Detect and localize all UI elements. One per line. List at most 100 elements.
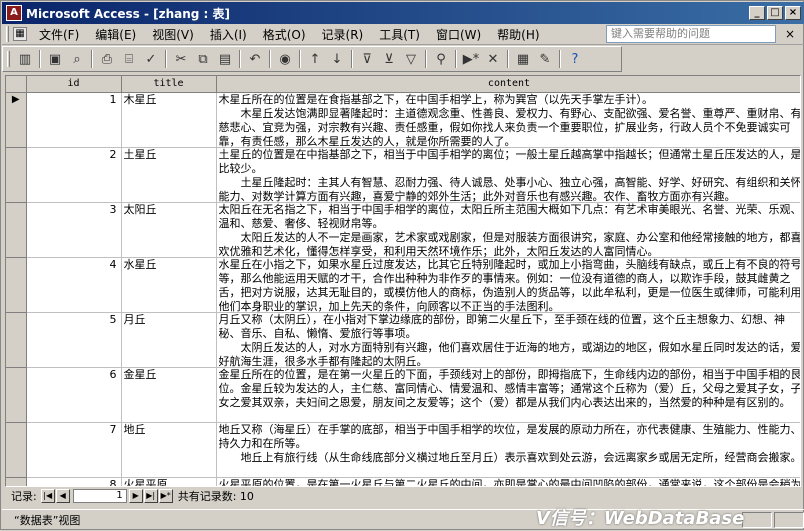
column-header-id[interactable]: id (26, 76, 122, 93)
filter-by-form-icon[interactable]: ⊻ (379, 49, 399, 69)
sort-ascending-icon[interactable]: ↑ (305, 49, 325, 69)
previous-record-button[interactable]: ◀ (55, 489, 70, 503)
copy-icon[interactable]: ⧉ (193, 49, 213, 69)
database-window-icon[interactable]: ▦ (513, 49, 533, 69)
next-record-button[interactable]: ▶ (128, 489, 143, 503)
current-record-input[interactable]: 1 (72, 489, 127, 503)
menu-records[interactable]: 记录(R) (314, 26, 372, 43)
save-icon[interactable]: ▣ (45, 49, 65, 69)
minimize-button[interactable]: _ (749, 6, 765, 20)
table-row[interactable]: 7 地丘 地丘又称（海星丘）在手掌的底部，相当于中国手相学的坎位，是发展的原动力所在… (6, 422, 801, 478)
record-selector[interactable] (6, 477, 27, 486)
table-row[interactable]: 2 土星丘 土星丘的位置是在中指基部之下，相当于中国手相学的离位；一般土星丘越高掌中… (6, 147, 801, 203)
search-icon[interactable]: ⌕ (67, 49, 87, 69)
new-record-button[interactable]: ▶* (158, 489, 173, 503)
view-icon[interactable]: ▥ (15, 49, 35, 69)
cell-title[interactable]: 火星平原 (121, 477, 217, 486)
cell-id[interactable]: 6 (26, 367, 122, 423)
help-search-input[interactable]: 键入需要帮助的问题 (606, 25, 776, 43)
content-paragraph: 月丘又称（太阴丘），在小指对下掌边缘底的部份，即第二火星丘下，至手颈在线的位置，… (218, 312, 786, 340)
content-paragraph: 土星丘隆起时：主其人有智慧、忍耐力强、待人诚恳、处事小心、独立心强，高智能、好学… (218, 175, 801, 202)
content-paragraph: 木星丘所在的位置是在食指基部之下，在中国手相学上，称为巽宫（以先天手掌左手计）。 (218, 92, 654, 106)
cell-title[interactable]: 土星丘 (121, 147, 217, 203)
content-paragraph: 太阴丘发达的人，对水方面特别有兴趣，他们喜欢居住于近海的地方，或湖边的地区，假如… (218, 340, 801, 367)
record-selector[interactable] (6, 202, 27, 258)
record-selector[interactable] (6, 147, 27, 203)
cell-title[interactable]: 地丘 (121, 422, 217, 478)
cell-id[interactable]: 8 (26, 477, 122, 486)
cell-title[interactable]: 木星丘 (121, 92, 217, 148)
cell-title[interactable]: 金星丘 (121, 367, 217, 423)
datasheet-grid[interactable]: id title content ▶ 1 木星丘 木星丘所在的位置是在食指基部之下，在… (5, 75, 801, 487)
menu-tools[interactable]: 工具(T) (371, 26, 428, 43)
new-object-icon[interactable]: ✎ (535, 49, 555, 69)
table-row[interactable]: ▶ 1 木星丘 木星丘所在的位置是在食指基部之下，在中国手相学上，称为巽宫（以先天手掌… (6, 92, 800, 148)
print-icon[interactable]: ⎙ (97, 49, 117, 69)
cell-content[interactable]: 月丘又称（太阴丘），在小指对下掌边缘底的部份，即第二火星丘下，至手颈在线的位置，… (216, 312, 801, 368)
record-label: 记录: (11, 490, 37, 503)
record-selector[interactable] (6, 257, 27, 313)
table-row[interactable]: 8 火星平原 火星平原的位置，是在第一火星丘与第二火星丘的中间，亦即是掌心的最中间凹… (6, 477, 800, 486)
cell-content[interactable]: 地丘又称（海星丘）在手掌的底部，相当于中国手相学的坎位，是发展的原动力所在，亦代… (216, 422, 801, 478)
maximize-button[interactable]: □ (767, 6, 783, 20)
record-selector[interactable] (6, 422, 27, 478)
cell-content[interactable]: 木星丘所在的位置是在食指基部之下，在中国手相学上，称为巽宫（以先天手掌左手计）。… (216, 92, 800, 148)
hyperlink-icon[interactable]: ◉ (275, 49, 295, 69)
table-row[interactable]: 4 水星丘 水星丘在小指之下，如果水星丘过度发达，比其它丘特别隆起时，或加上小指弯曲… (6, 257, 800, 313)
sort-descending-icon[interactable]: ↓ (327, 49, 347, 69)
menu-insert[interactable]: 插入(I) (202, 26, 255, 43)
menu-edit[interactable]: 编辑(E) (87, 26, 144, 43)
menu-view[interactable]: 视图(V) (144, 26, 202, 43)
toolbar: ▥ ▣ ⌕ ⎙ ⌸ ✓ ✂ ⧉ ▤ ↶ ◉ ↑ ↓ ⊽ ⊻ ▽ ⚲ ▶* ✕ ▦… (2, 46, 622, 72)
record-selector[interactable]: ▶ (6, 92, 27, 148)
select-all-corner[interactable] (6, 76, 27, 93)
new-record-icon[interactable]: ▶* (461, 49, 481, 69)
content-paragraph: 金星丘所在的位置，是在第一火星丘的下面，手颈线对上的部份，即拇指底下，生命线内边… (218, 367, 801, 409)
cell-title[interactable]: 太阳丘 (121, 202, 217, 258)
help-icon[interactable]: ? (565, 49, 585, 69)
window-title: Microsoft Access - [zhang : 表] (26, 6, 231, 21)
cell-id[interactable]: 3 (26, 202, 122, 258)
table-row[interactable]: 5 月丘 月丘又称（太阴丘），在小指对下掌边缘底的部份，即第二火星丘下，至手颈在线的… (6, 312, 801, 368)
last-record-button[interactable]: ▶| (143, 489, 158, 503)
cell-content[interactable]: 太阳丘在无名指之下，相当于中国手相学的离位，太阳丘所主范围大概如下几点：有艺术审… (216, 202, 801, 258)
cell-id[interactable]: 5 (26, 312, 122, 368)
table-row[interactable]: 3 太阳丘 太阳丘在无名指之下，相当于中国手相学的离位，太阳丘所主范围大概如下几点：… (6, 202, 801, 258)
column-header-title[interactable]: title (121, 76, 217, 93)
cell-id[interactable]: 4 (26, 257, 122, 313)
delete-record-icon[interactable]: ✕ (483, 49, 503, 69)
cell-content[interactable]: 火星平原的位置，是在第一火星丘与第二火星丘的中间，亦即是掌心的最中间凹陷的部份，… (216, 477, 800, 486)
cell-content[interactable]: 金星丘所在的位置，是在第一火星丘的下面，手颈线对上的部份，即拇指底下，生命线内边… (216, 367, 801, 423)
cell-id[interactable]: 1 (26, 92, 122, 148)
table-row[interactable]: 6 金星丘 金星丘所在的位置，是在第一火星丘的下面，手颈线对上的部份，即拇指底下，生… (6, 367, 801, 423)
cell-title[interactable]: 月丘 (121, 312, 217, 368)
undo-icon[interactable]: ↶ (245, 49, 265, 69)
print-preview-icon[interactable]: ⌸ (119, 49, 139, 69)
record-selector[interactable] (6, 312, 27, 368)
record-selector[interactable] (6, 367, 27, 423)
first-record-button[interactable]: |◀ (40, 489, 55, 503)
cell-content[interactable]: 土星丘的位置是在中指基部之下，相当于中国手相学的离位；一般土星丘越高掌中指越长；… (216, 147, 801, 203)
record-count: 共有记录数: 10 (177, 490, 254, 503)
menu-help[interactable]: 帮助(H) (489, 26, 547, 43)
cut-icon[interactable]: ✂ (171, 49, 191, 69)
cell-title[interactable]: 水星丘 (121, 257, 217, 313)
filter-by-selection-icon[interactable]: ⊽ (357, 49, 377, 69)
spelling-icon[interactable]: ✓ (141, 49, 161, 69)
access-window: A Microsoft Access - [zhang : 表] _ □ × ▦… (0, 0, 804, 530)
content-paragraph: 太阳丘在无名指之下，相当于中国手相学的离位，太阳丘所主范围大概如下几点：有艺术审… (218, 202, 801, 230)
close-button[interactable]: × (785, 6, 801, 20)
table-icon[interactable]: ▦ (13, 27, 27, 41)
menu-window[interactable]: 窗口(W) (428, 26, 489, 43)
document-close-icon[interactable]: × (782, 26, 798, 42)
cell-id[interactable]: 2 (26, 147, 122, 203)
paste-icon[interactable]: ▤ (215, 49, 235, 69)
content-paragraph: 地丘又称（海星丘）在手掌的底部，相当于中国手相学的坎位，是发展的原动力所在，亦代… (218, 422, 801, 450)
menu-file[interactable]: 文件(F) (31, 26, 87, 43)
cell-id[interactable]: 7 (26, 422, 122, 478)
apply-filter-icon[interactable]: ▽ (401, 49, 421, 69)
find-icon[interactable]: ⚲ (431, 49, 451, 69)
menu-format[interactable]: 格式(O) (255, 26, 314, 43)
column-header-content[interactable]: content (216, 76, 800, 93)
cell-content[interactable]: 水星丘在小指之下，如果水星丘过度发达，比其它丘特别隆起时，或加上小指弯曲，头脑线… (216, 257, 800, 313)
